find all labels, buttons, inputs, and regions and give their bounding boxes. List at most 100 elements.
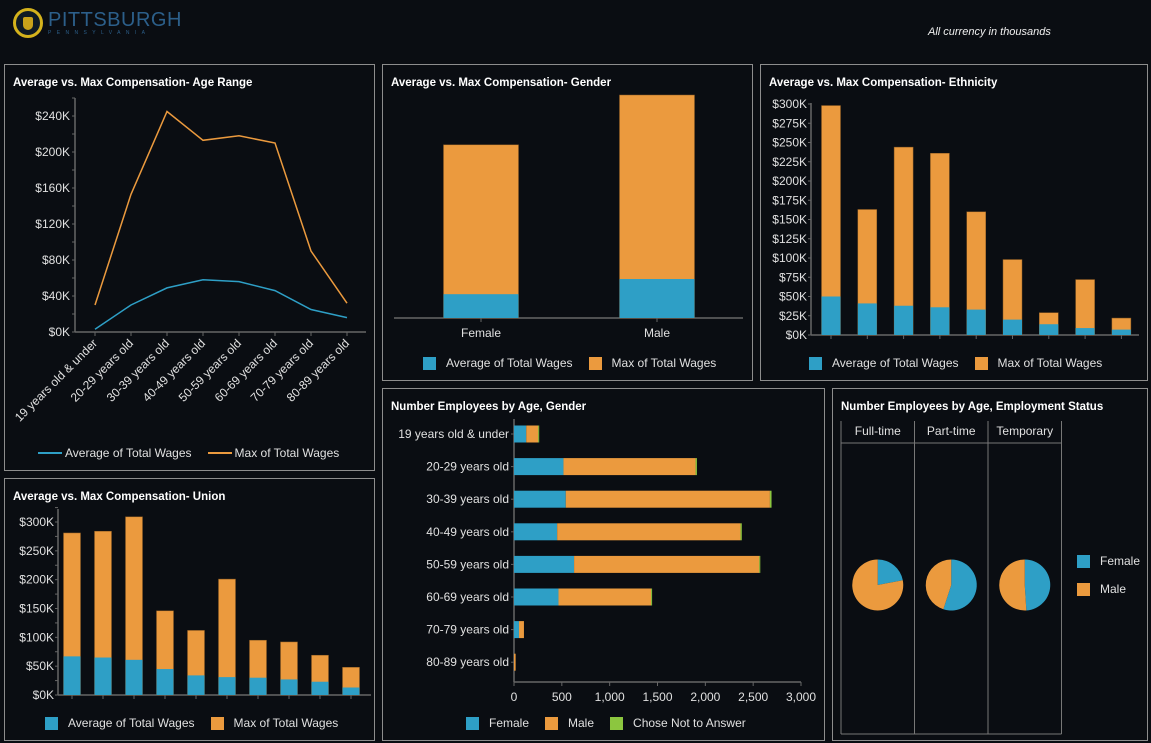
y-tick-label: $25K — [779, 309, 807, 323]
y-tick-label: $125K — [772, 232, 807, 246]
bar-average — [125, 659, 143, 695]
y-tick-label: $300K — [19, 515, 54, 529]
y-tick-label: $0K — [33, 688, 54, 702]
x-tick-label: 1,500 — [642, 690, 672, 704]
bar-male — [514, 653, 516, 671]
employees-hbar-chart: 0 500 1,000 1,500 2,000 2,500 3,000 19 years ol… — [398, 419, 816, 704]
legend-item-chose-not[interactable]: Chose Not to Answer — [610, 716, 746, 730]
bar-chose-not — [538, 425, 540, 443]
x-tick-label: 50-59 years old — [176, 336, 244, 404]
x-tick-label: Female — [461, 326, 501, 340]
legend-item-male[interactable]: Male — [545, 716, 594, 730]
panel-gender: Average vs. Max Compensation- Gender Fem… — [382, 64, 753, 381]
y-tick-label: $240K — [35, 109, 70, 123]
legend-label: Max of Total Wages — [997, 356, 1103, 370]
chart-legend: Average of Total Wages Max of Total Wage… — [38, 446, 355, 460]
bar-average — [930, 307, 950, 335]
bar-average — [857, 303, 877, 335]
bar-average — [218, 677, 236, 695]
x-tick-label: 70-79 years old — [248, 336, 316, 404]
legend-label: Average of Total Wages — [68, 716, 195, 730]
bar-chose-not — [759, 555, 761, 573]
series-line-max — [94, 110, 348, 306]
bar-male — [574, 555, 760, 573]
facet-label: Full-time — [855, 424, 901, 438]
x-tick-label: 60-69 years old — [212, 336, 280, 404]
legend-label: Max of Total Wages — [233, 716, 339, 730]
y-tick-label: $200K — [772, 174, 807, 188]
legend-label: Average of Total Wages — [65, 446, 192, 460]
y-tick-label: $80K — [42, 253, 70, 267]
bar-average — [894, 305, 914, 335]
facet-label: Part-time — [927, 424, 976, 438]
bar-male — [518, 621, 524, 639]
bar-average — [443, 294, 519, 318]
x-tick-label: 30-39 years old — [104, 336, 172, 404]
pie-slice-male — [999, 559, 1027, 611]
bar-male — [558, 588, 652, 606]
legend-item-average[interactable]: Average of Total Wages — [809, 356, 959, 370]
bar-female — [514, 621, 519, 639]
y-tick-label: $100K — [19, 630, 54, 644]
x-tick-label: 40-49 years old — [140, 336, 208, 404]
y-tick-label: $50K — [26, 659, 54, 673]
panel-age-range: Average vs. Max Compensation- Age Range … — [4, 64, 375, 471]
legend-item-female[interactable]: Female — [466, 716, 529, 730]
legend-item-average[interactable]: Average of Total Wages — [423, 356, 573, 370]
y-tick-label: 60-69 years old — [426, 590, 509, 604]
bar-female — [514, 490, 566, 508]
legend-item-male[interactable]: Male — [1077, 582, 1126, 596]
y-tick-label: $200K — [19, 573, 54, 587]
legend-label: Chose Not to Answer — [633, 716, 746, 730]
panel-union: Average vs. Max Compensation- Union $0K $… — [4, 478, 375, 741]
legend-item-average[interactable]: Average of Total Wages — [38, 446, 192, 460]
chart-legend: Female Male Chose Not to Answer — [466, 716, 762, 730]
bar-max — [443, 144, 519, 319]
bar-average — [1003, 319, 1022, 335]
y-tick-label: $0K — [49, 325, 70, 339]
bar-average — [619, 279, 695, 318]
union-bar-chart: $0K $50K $100K $150K $200K $250K $300K — [19, 507, 371, 702]
legend-label: Average of Total Wages — [832, 356, 959, 370]
bar-male — [563, 458, 696, 476]
x-tick-label: 2,500 — [738, 690, 768, 704]
bar-male — [565, 490, 770, 508]
bar-average — [63, 656, 81, 695]
bar-average — [342, 687, 360, 695]
bar-female — [514, 425, 527, 443]
bar-female — [514, 588, 559, 606]
y-tick-label: 50-59 years old — [426, 557, 509, 571]
legend-item-max[interactable]: Max of Total Wages — [210, 716, 339, 730]
bar-average — [280, 679, 298, 695]
legend-item-max[interactable]: Max of Total Wages — [974, 356, 1103, 370]
y-tick-label: $250K — [772, 136, 807, 150]
bar-female — [514, 555, 575, 573]
gender-bar-chart: Female Male — [394, 94, 743, 340]
bar-max — [1075, 279, 1095, 336]
series-line-average — [94, 279, 348, 330]
y-tick-label: 70-79 years old — [426, 623, 509, 637]
x-tick-label: 3,000 — [786, 690, 816, 704]
bar-chose-not — [651, 588, 653, 606]
y-tick-label: $275K — [772, 116, 807, 130]
y-tick-label: $50K — [779, 290, 807, 304]
legend-item-female[interactable]: Female — [1077, 554, 1140, 568]
legend-item-max[interactable]: Max of Total Wages — [588, 356, 717, 370]
y-tick-label: $150K — [772, 213, 807, 227]
y-tick-label: $175K — [772, 193, 807, 207]
y-tick-label: 80-89 years old — [426, 655, 509, 669]
bar-average — [311, 681, 329, 695]
legend-item-max[interactable]: Max of Total Wages — [207, 446, 339, 460]
y-tick-label: 30-39 years old — [426, 492, 509, 506]
legend-label: Max of Total Wages — [611, 356, 717, 370]
pie-slice-female — [1024, 559, 1051, 611]
y-tick-label: $75K — [779, 270, 807, 284]
bar-average — [249, 677, 267, 695]
bar-average — [156, 669, 174, 695]
y-tick-label: $120K — [35, 217, 70, 231]
bar-average — [1075, 328, 1095, 335]
y-tick-label: $150K — [19, 602, 54, 616]
x-tick-label: 0 — [511, 690, 518, 704]
logo-text: PITTSBURGH — [48, 9, 182, 31]
legend-item-average[interactable]: Average of Total Wages — [45, 716, 195, 730]
